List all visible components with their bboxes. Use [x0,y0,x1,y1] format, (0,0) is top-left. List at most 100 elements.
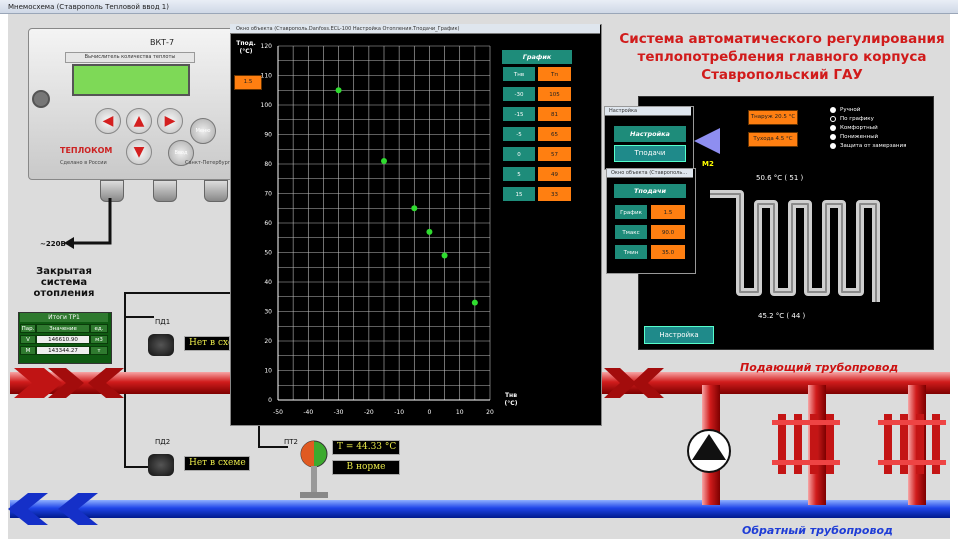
pressure-sensor-2[interactable] [148,454,174,476]
graph-table-tnv-cell: 0 [502,146,536,162]
radiator-icon [878,414,946,474]
outdoor-temp-chip: Тнаруж 20.5 °C [748,110,798,125]
arrow-left-icon: ◀ [102,113,114,129]
x-axis-title: Тнв (°С) [496,392,526,408]
y-tick-label: 50 [264,250,272,257]
graph-table-tnv-cell: -5 [502,126,536,142]
mode-label: По графику [840,116,874,122]
pressure-sensor-1[interactable] [148,334,174,356]
power-label: ~220В [40,240,66,248]
y-tick-label: 60 [264,220,272,227]
mode-label: Комфортный [840,125,878,131]
mode-radio-group: Ручной По графику Комфортный Пониженный … [830,106,906,151]
table-header-unit: ед. [90,324,108,333]
arrow-up-icon: ▲ [133,113,145,129]
title-line-3: Ставропольский ГАУ [701,67,863,83]
graph-table-title: График [502,50,572,64]
settings-button[interactable]: Настройка [644,326,714,344]
y-tick-label: 90 [264,132,272,139]
y-tick-label: 20 [264,338,272,345]
data-point [335,87,342,94]
device-menu-button[interactable]: Меню [190,118,216,144]
totals-table-title: Итоги ТР1 [20,313,108,322]
device-up-button[interactable]: ▲ [126,108,152,134]
tpod-window-head: Тподачи [614,184,686,198]
graph-table-tp-cell[interactable]: 57 [537,146,572,162]
device-right-button[interactable]: ▶ [157,108,183,134]
device-connector-2 [153,180,177,202]
arrow-down-icon: ▼ [133,144,145,160]
device-caption-2: Санкт-Петербург [185,160,231,166]
graph-table-tp-cell[interactable]: 81 [537,106,572,122]
mode-radio-comfort[interactable]: Комфортный [830,124,906,133]
signal-wire [124,316,154,318]
table-cell: т [90,346,108,355]
device-down-button[interactable]: ▼ [126,139,152,165]
system-label-line-2: система [40,277,88,288]
x-tick-label: -30 [334,409,344,416]
pd2-label: ПД2 [155,438,171,446]
pd2-status: Нет в схеме [184,456,250,471]
tpod-label-tmax: Тмакс [614,224,648,240]
data-point [426,228,433,235]
x-tick-label: 20 [486,409,494,416]
x-tick-label: -20 [364,409,374,416]
arrow-right-icon: ▶ [164,113,176,129]
graph-table-tp-cell[interactable]: 33 [537,186,572,202]
table-cell: V [20,335,36,344]
system-title: Система автоматического регулирования те… [612,30,952,84]
tpod-label-graph: График [614,204,648,220]
graph-table-tp-cell[interactable]: 105 [537,86,572,102]
flow-arrow-left-icon [88,368,124,398]
pt2-reading: T = 44.33 °C [332,440,400,455]
tpod-button[interactable]: Тподачи [614,145,686,162]
pt2-status: В норме [332,460,400,475]
x-axis-title-line-1: Тнв [504,392,518,399]
bottom-temp-readout: 45.2 °C ( 44 ) [758,312,806,320]
x-tick-label: -10 [394,409,404,416]
radio-icon [830,106,836,113]
mode-radio-schedule[interactable]: По графику [830,115,906,124]
tpod-label-tmin: Тмин [614,244,648,260]
table-cell: 146610.90 [36,335,90,344]
x-tick-label: 10 [456,409,464,416]
window-title-bar: Мнемосхема (Ставрополь Тепловой ввод 1) [0,0,958,14]
valve-label: М2 [702,160,714,168]
x-tick-label: -40 [303,409,313,416]
temperature-sensor-icon[interactable] [292,436,332,504]
top-temp-readout: 50.6 °C ( 51 ) [756,174,804,182]
tpod-value-tmax[interactable]: 90.0 [650,224,686,240]
y-tick-label: 80 [264,161,272,168]
graph-table-header: Тп [537,66,572,82]
device-connector-3 [204,180,228,202]
y-tick-label: 40 [264,279,272,286]
radio-icon [830,124,836,131]
tpod-value-tmin[interactable]: 35.0 [650,244,686,260]
y-tick-label: 0 [268,397,272,404]
system-label-line-3: отопления [33,288,95,299]
graph-table-header: Тнв [502,66,536,82]
mode-radio-frost[interactable]: Защита от замерзания [830,142,906,151]
radio-icon [830,133,836,140]
mode-radio-reduced[interactable]: Пониженный [830,133,906,142]
signal-wire [258,446,288,448]
device-left-button[interactable]: ◀ [95,108,121,134]
table-header-value: Значение [36,324,90,333]
device-knob [32,90,50,108]
y-tick-label: 30 [264,309,272,316]
y-tick-label: 120 [261,43,273,50]
heat-exchanger-coil-icon [710,190,880,302]
graph-table-tnv-cell: -30 [502,86,536,102]
radio-selected-icon [830,115,836,122]
tpod-value-graph[interactable]: 1.5 [650,204,686,220]
power-arrow-icon [64,198,112,249]
device-caption: Сделано в России [60,160,107,166]
graph-table-tp-cell[interactable]: 65 [537,126,572,142]
return-pipe-label: Обратный трубопровод [742,524,893,537]
mode-radio-manual[interactable]: Ручной [830,106,906,115]
graph-table-tp-cell[interactable]: 49 [537,166,572,182]
graph-table-tnv-cell: -15 [502,106,536,122]
tpod-window-title: Окно объекта (Ставрополь... [607,169,693,178]
graph-table-tnv-cell: 5 [502,166,536,182]
pump-icon[interactable] [686,428,732,474]
